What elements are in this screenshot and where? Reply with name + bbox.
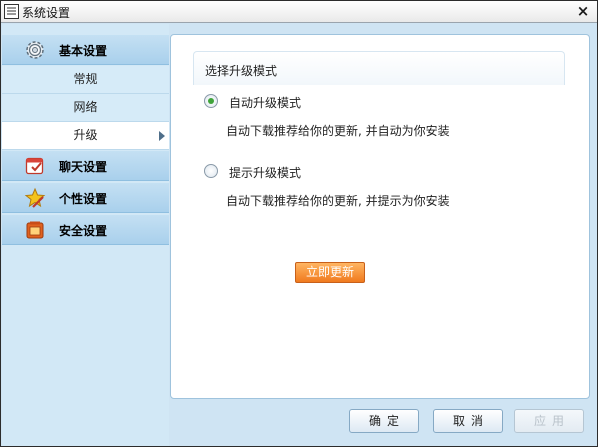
auto-upgrade-radio[interactable] bbox=[204, 94, 218, 108]
gear-icon bbox=[26, 41, 44, 59]
sidebar-category-basic[interactable]: 基本设置 bbox=[2, 35, 169, 65]
sidebar-category-personal[interactable]: 个性设置 bbox=[2, 183, 169, 213]
radio-label: 提示升级模式 bbox=[229, 166, 302, 180]
close-icon[interactable]: × bbox=[577, 2, 590, 20]
apply-button: 应用 bbox=[514, 409, 584, 433]
update-now-button[interactable]: 立即更新 bbox=[295, 262, 365, 283]
sidebar-category-label: 安全设置 bbox=[59, 224, 108, 238]
shield-safe-icon bbox=[26, 221, 44, 239]
title-bar[interactable]: 系统设置 × bbox=[1, 1, 597, 23]
settings-sidebar: 基本设置 常规 网络 升级 聊天设置 个性设置 安全设置 bbox=[2, 24, 169, 446]
sidebar-item-network[interactable]: 网络 bbox=[2, 94, 169, 122]
arrow-right-icon bbox=[159, 131, 165, 141]
sidebar-category-label: 个性设置 bbox=[59, 192, 108, 206]
sidebar-category-label: 基本设置 bbox=[59, 44, 108, 58]
sidebar-category-label: 聊天设置 bbox=[59, 160, 108, 174]
sidebar-category-security[interactable]: 安全设置 bbox=[2, 215, 169, 245]
settings-panel: 选择升级模式 自动升级模式 自动下载推荐给你的更新, 并自动为你安装 提示升级模… bbox=[170, 34, 590, 399]
sidebar-item-general[interactable]: 常规 bbox=[2, 66, 169, 94]
window-list-icon bbox=[4, 4, 19, 19]
star-pencil-icon bbox=[24, 187, 46, 208]
window-title: 系统设置 bbox=[22, 6, 71, 20]
cancel-button[interactable]: 取消 bbox=[433, 409, 503, 433]
group-header: 选择升级模式 bbox=[193, 51, 565, 85]
chat-calendar-icon bbox=[25, 157, 44, 175]
sidebar-item-label: 升级 bbox=[73, 128, 98, 142]
radio-label: 自动升级模式 bbox=[229, 96, 302, 110]
sidebar-item-label: 常规 bbox=[73, 72, 98, 86]
ok-button[interactable]: 确定 bbox=[349, 409, 419, 433]
sidebar-item-label: 网络 bbox=[73, 100, 98, 114]
sidebar-item-upgrade[interactable]: 升级 bbox=[2, 122, 169, 150]
prompt-upgrade-description: 自动下载推荐给你的更新, 并提示为你安装 bbox=[226, 194, 450, 208]
prompt-upgrade-radio[interactable] bbox=[204, 164, 218, 178]
group-title: 选择升级模式 bbox=[205, 64, 278, 78]
sidebar-category-chat[interactable]: 聊天设置 bbox=[2, 151, 169, 181]
close-button[interactable]: × bbox=[575, 2, 591, 20]
settings-window: 系统设置 × 基本设置 常规 网络 升级 聊天设置 个性设置 安全设置 选择升级… bbox=[0, 0, 598, 447]
auto-upgrade-description: 自动下载推荐给你的更新, 并自动为你安装 bbox=[226, 124, 450, 138]
